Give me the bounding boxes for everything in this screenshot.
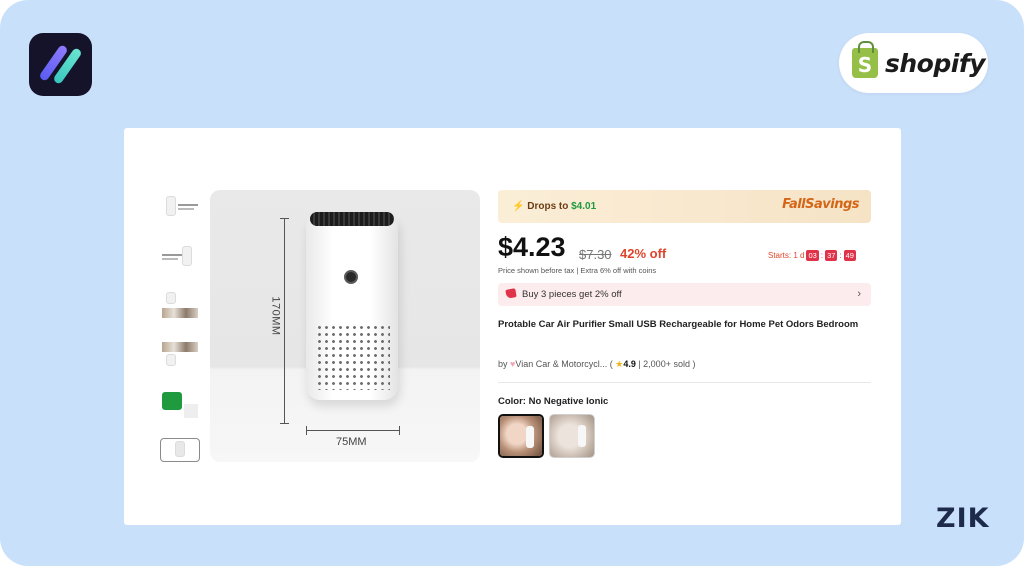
fall-savings-logo: FallSavings [782, 197, 859, 212]
chevron-right-icon: › [857, 288, 861, 300]
bulk-offer-row[interactable]: Buy 3 pieces get 2% off › [498, 283, 871, 306]
background-frame: S shopify ZIK 170MM 75MM ⚡ Drops to $4.0… [0, 0, 1024, 566]
thumbnail-5[interactable] [160, 390, 200, 418]
swatch-device [526, 426, 534, 448]
thumbnail-1[interactable] [160, 194, 200, 222]
drops-price: $4.01 [571, 201, 597, 212]
timer-seconds: 49 [843, 250, 856, 261]
zik-logo: ZIK [936, 503, 990, 534]
countdown-timer: Starts: 1 d 03: 37: 49 [768, 250, 858, 261]
thumbnail-caption-line [178, 208, 194, 210]
shopify-logo: S shopify [839, 33, 988, 93]
thumbnail-caption-line [162, 254, 182, 256]
timer-separator: : [839, 251, 842, 260]
main-product-image[interactable]: 170MM 75MM [210, 190, 480, 462]
swatch-image [500, 416, 542, 456]
shopify-bag-letter: S [857, 53, 873, 77]
drops-label: Drops to [527, 201, 572, 212]
swatch-image [550, 415, 594, 457]
price-drop-banner: ⚡ Drops to $4.01 FallSavings [498, 190, 871, 223]
thumbnail-image [166, 292, 176, 304]
swatch-device [578, 425, 586, 447]
seller-rating: 4.9 [623, 359, 636, 369]
thumbnail-4[interactable] [160, 340, 200, 368]
thumbnail-6-selected[interactable] [160, 438, 200, 462]
sold-count: 2,000+ sold [643, 359, 690, 369]
shopify-wordmark: shopify [885, 48, 986, 78]
current-price: $4.23 [498, 232, 566, 262]
seller-info: by ♥Vian Car & Motorcycl... ( ★4.9 | 2,0… [498, 359, 696, 369]
thumbnail-3[interactable] [160, 290, 200, 318]
discount-percent: 42% off [620, 246, 667, 261]
thumbnail-caption-line [162, 258, 178, 260]
price-note: Price shown before tax | Extra 6% off wi… [498, 266, 657, 275]
thumbnail-image [162, 392, 182, 410]
purifier-top-vent [310, 212, 394, 226]
tag-icon [505, 288, 517, 299]
thumbnail-strip [162, 308, 198, 318]
seller-name[interactable]: Vian Car & Motorcycl... [515, 359, 609, 369]
thumbnail-image [175, 441, 185, 457]
height-dimension-line [280, 218, 289, 424]
width-dimension-line [306, 426, 400, 435]
color-label: Color: No Negative Ionic [498, 396, 609, 407]
shopify-bag-icon: S [852, 41, 878, 78]
air-purifier-illustration [306, 212, 398, 400]
width-dimension-label: 75MM [336, 436, 367, 448]
lightning-icon: ⚡ [512, 201, 525, 212]
timer-minutes: 37 [825, 250, 838, 261]
timer-separator: : [820, 251, 824, 260]
thumbnail-image [166, 196, 176, 216]
color-swatch-alt[interactable] [549, 414, 595, 458]
purifier-grille [316, 324, 390, 390]
thumbnail-image [182, 246, 192, 266]
thumbnail-image [166, 354, 176, 366]
bulk-offer-text: Buy 3 pieces get 2% off [522, 289, 622, 300]
original-price: $7.30 [579, 247, 612, 262]
thumbnail-image-secondary [184, 404, 198, 418]
product-title: Protable Car Air Purifier Small USB Rech… [498, 319, 859, 330]
drops-text: ⚡ Drops to $4.01 [512, 201, 596, 212]
timer-label: Starts: [768, 251, 792, 260]
thumbnail-caption-line [178, 204, 198, 206]
height-dimension-label: 170MM [269, 296, 282, 336]
app-logo-icon [29, 33, 92, 96]
section-divider [498, 382, 871, 383]
thumbnail-2[interactable] [160, 244, 200, 272]
seller-prefix: by [498, 359, 511, 369]
color-swatch-selected[interactable] [498, 414, 544, 458]
timer-days: 1 d [793, 251, 805, 260]
timer-hours: 03 [806, 250, 819, 261]
power-button-icon [344, 270, 358, 284]
thumbnail-strip [162, 342, 198, 352]
